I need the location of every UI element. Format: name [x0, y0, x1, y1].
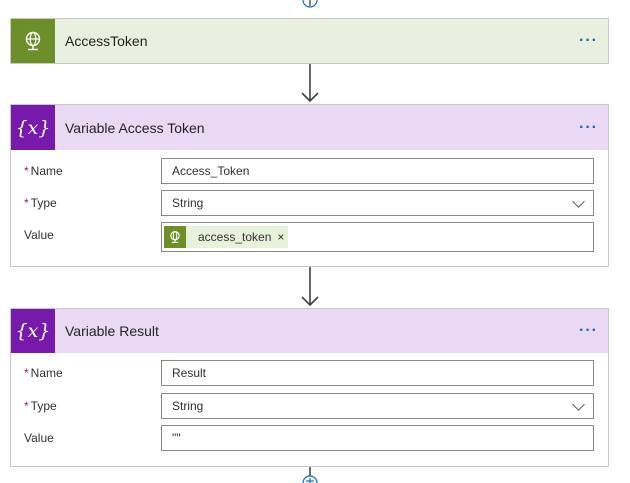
value-input[interactable]: "" [161, 425, 594, 451]
value-input[interactable]: access_token × [161, 222, 594, 252]
name-row: * Name Access_Token [11, 158, 608, 184]
variable-icon-text: {x} [15, 116, 51, 139]
variable-result-header[interactable]: {x} Variable Result ··· [11, 309, 608, 353]
variable-icon-text: {x} [15, 320, 51, 342]
dynamic-content-token[interactable]: access_token × [164, 226, 289, 248]
step-title: Variable Result [65, 323, 159, 339]
more-options-button[interactable]: ··· [579, 323, 598, 339]
name-value: Access_Token [172, 164, 250, 178]
step-title: Variable Access Token [65, 119, 205, 136]
value-row: Value "" [11, 425, 608, 451]
name-label: * Name [24, 164, 63, 178]
type-value: String [172, 399, 204, 413]
value-text: "" [172, 431, 181, 445]
globe-icon [11, 19, 55, 63]
name-input[interactable]: Result [161, 360, 594, 386]
required-marker: * [24, 196, 29, 210]
type-row: * Type String [11, 393, 608, 419]
name-input[interactable]: Access_Token [161, 158, 594, 184]
chevron-down-icon [572, 398, 585, 411]
more-options-button[interactable]: ··· [579, 119, 598, 136]
variable-access-token-card[interactable]: {x} Variable Access Token ··· * Name Acce… [10, 104, 609, 267]
type-label: * Type [24, 196, 57, 210]
value-row: Value access_token × [11, 222, 608, 252]
variable-icon: {x} [11, 309, 55, 353]
access-token-step-card[interactable]: AccessToken ··· [10, 18, 609, 64]
variable-access-token-header[interactable]: {x} Variable Access Token ··· [11, 105, 608, 150]
token-label: access_token [198, 230, 272, 244]
connector-arrow-icon [301, 64, 319, 103]
top-connector [302, 0, 318, 8]
access-token-step-header[interactable]: AccessToken ··· [11, 19, 608, 63]
variable-result-card[interactable]: {x} Variable Result ··· * Name Result * Ty… [10, 308, 609, 467]
variable-icon: {x} [11, 105, 55, 150]
value-label: Value [24, 431, 54, 445]
value-label: Value [24, 228, 54, 242]
name-value: Result [172, 366, 207, 380]
remove-token-button[interactable]: × [277, 230, 288, 244]
type-select[interactable]: String [161, 393, 594, 419]
type-value: String [172, 196, 204, 210]
connector-arrow-icon [301, 267, 319, 307]
name-row: * Name Result [11, 360, 608, 386]
globe-icon [164, 226, 186, 248]
more-options-button[interactable]: ··· [579, 33, 598, 49]
required-marker: * [24, 366, 29, 380]
step-title: AccessToken [65, 33, 148, 49]
type-row: * Type String [11, 190, 608, 216]
required-marker: * [24, 399, 29, 413]
add-step-icon[interactable] [300, 467, 320, 483]
type-select[interactable]: String [161, 190, 594, 216]
chevron-down-icon [572, 195, 585, 208]
type-label: * Type [24, 399, 57, 413]
required-marker: * [24, 164, 29, 178]
name-label: * Name [24, 366, 63, 380]
